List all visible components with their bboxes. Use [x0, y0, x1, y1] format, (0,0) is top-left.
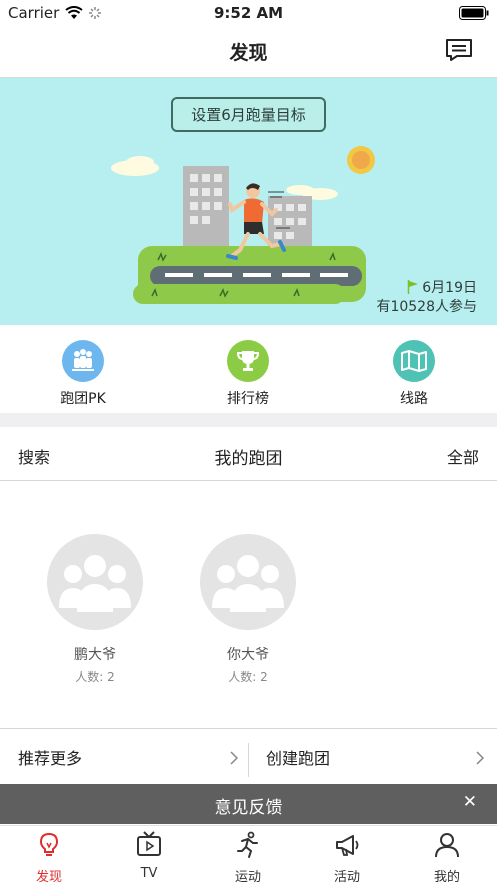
map-icon: [393, 340, 435, 382]
participant-count: 有10528人参与: [376, 299, 477, 315]
shortcut-row: 跑团PK 排行榜 线路: [0, 325, 497, 413]
set-goal-button[interactable]: 设置6月跑量目标: [171, 97, 326, 132]
battery-icon: [459, 6, 489, 24]
tab-label: 运动: [234, 870, 261, 883]
tab-label: 发现: [35, 870, 62, 883]
tab-mine[interactable]: 我的: [412, 831, 482, 883]
message-icon[interactable]: [445, 38, 473, 62]
banner[interactable]: 设置6月跑量目标 6月19日 有10528人参与: [0, 78, 497, 325]
nav-bar: 发现: [0, 26, 497, 78]
trophy-icon: [227, 340, 269, 382]
person-icon: [435, 833, 459, 858]
flag-icon: [408, 280, 419, 294]
event-date: 6月19日: [407, 277, 477, 297]
team-pk-icon: [62, 340, 104, 382]
team-avatar: [200, 534, 296, 630]
tab-discover[interactable]: 发现: [14, 831, 84, 883]
create-team-button[interactable]: 创建跑团: [266, 729, 489, 785]
team-member-count: 人数: 2: [75, 670, 115, 684]
page-title: 发现: [229, 42, 268, 64]
team-member-count: 人数: 2: [228, 670, 268, 684]
status-time: 9:52 AM: [213, 4, 284, 22]
chevron-right-icon: [476, 751, 485, 765]
team-list: 鹏大爷 人数: 2 你大爷 人数: 2: [0, 482, 497, 728]
tab-bar: 发现 TV 运动 活动 我的: [0, 825, 497, 883]
shortcut-ranking[interactable]: 排行榜: [188, 340, 308, 408]
close-icon[interactable]: ✕: [463, 792, 477, 812]
team-avatar: [47, 534, 143, 630]
shortcut-label: 排行榜: [227, 391, 269, 407]
feedback-title: 意见反馈: [214, 798, 283, 818]
shortcut-label: 跑团PK: [60, 391, 106, 407]
team-card[interactable]: 鹏大爷 人数: 2: [45, 532, 145, 685]
shortcut-label: 线路: [400, 391, 428, 407]
shortcut-routes[interactable]: 线路: [354, 340, 474, 408]
tab-activity[interactable]: 活动: [312, 831, 382, 883]
tab-label: 活动: [333, 870, 360, 883]
team-name: 鹏大爷: [74, 647, 116, 663]
bulb-icon: [39, 832, 59, 856]
create-team-label: 创建跑团: [266, 749, 331, 768]
recommend-more-label: 推荐更多: [18, 749, 83, 768]
action-divider: [248, 743, 249, 777]
my-team-title: 我的跑团: [214, 449, 283, 469]
action-row: 推荐更多 创建跑团: [0, 728, 497, 784]
run-icon: [237, 831, 258, 858]
section-divider: [0, 413, 497, 427]
team-name: 你大爷: [227, 647, 269, 663]
shortcut-team-pk[interactable]: 跑团PK: [23, 340, 143, 408]
tab-label: TV: [140, 866, 158, 881]
feedback-bar[interactable]: 意见反馈 ✕: [0, 784, 497, 824]
tab-label: 我的: [433, 870, 460, 883]
event-date-text: 6月19日: [422, 280, 477, 296]
view-all-button[interactable]: 全部: [447, 444, 479, 468]
my-team-header: 搜索 我的跑团 全部: [0, 427, 497, 481]
tab-sport[interactable]: 运动: [213, 831, 283, 883]
megaphone-icon: [336, 835, 359, 856]
tab-tv[interactable]: TV: [114, 831, 184, 881]
team-card[interactable]: 你大爷 人数: 2: [198, 532, 298, 685]
tv-icon: [137, 831, 161, 856]
status-bar: Carrier 9:52 AM: [0, 0, 497, 26]
chevron-right-icon: [230, 751, 239, 765]
recommend-more-button[interactable]: 推荐更多: [18, 729, 243, 785]
